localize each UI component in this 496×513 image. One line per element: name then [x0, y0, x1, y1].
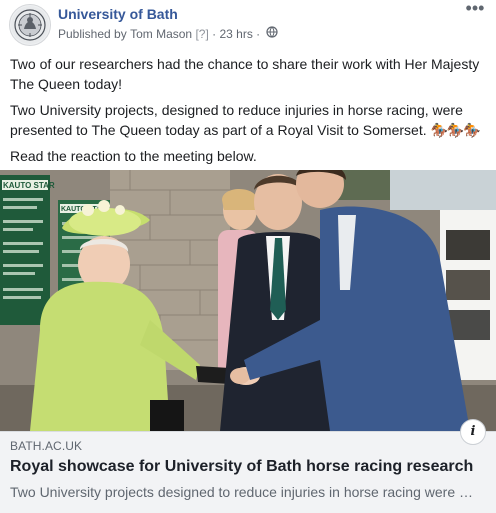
university-crest-icon — [11, 6, 49, 44]
link-description: Two University projects designed to redu… — [10, 484, 480, 500]
meta-separator-2: · — [256, 26, 261, 41]
link-title[interactable]: Royal showcase for University of Bath ho… — [10, 456, 486, 478]
globe-icon[interactable] — [265, 26, 278, 41]
sign-text: KAUTO STAR — [3, 181, 55, 190]
post-photo[interactable]: KAUTO STAR KAUTO STAR — [0, 170, 496, 431]
horse-racing-emoji-icon: 🏇🏇🏇 — [430, 122, 481, 138]
post-paragraph-text: Two University projects, designed to red… — [10, 102, 463, 138]
page-name-link[interactable]: University of Bath — [58, 6, 178, 22]
more-options-icon[interactable]: ••• — [464, 0, 486, 18]
page-avatar[interactable] — [9, 4, 51, 46]
publisher-name[interactable]: Tom Mason — [130, 27, 192, 41]
post-paragraph-3: Read the reaction to the meeting below. — [10, 148, 257, 164]
facebook-post: University of Bath Published by Tom Maso… — [0, 0, 496, 513]
post-paragraph-2: Two University projects, designed to red… — [10, 100, 488, 140]
post-timestamp[interactable]: 23 hrs — [219, 27, 252, 41]
published-by-label: Published by — [58, 26, 127, 41]
post-paragraph: Two of our researchers had the chance to… — [10, 56, 480, 92]
publisher-info-marker[interactable]: [?] — [195, 27, 208, 41]
link-domain: BATH.AC.UK — [10, 439, 83, 453]
meta-separator: · — [212, 26, 217, 41]
link-preview-card[interactable]: i BATH.AC.UK Royal showcase for Universi… — [0, 419, 496, 513]
info-icon[interactable]: i — [460, 419, 486, 445]
post-meta: Published by Tom Mason [?] · 23 hrs · — [58, 26, 278, 41]
post-header: University of Bath Published by Tom Maso… — [0, 0, 496, 48]
post-text: Two of our researchers had the chance to… — [10, 54, 488, 172]
